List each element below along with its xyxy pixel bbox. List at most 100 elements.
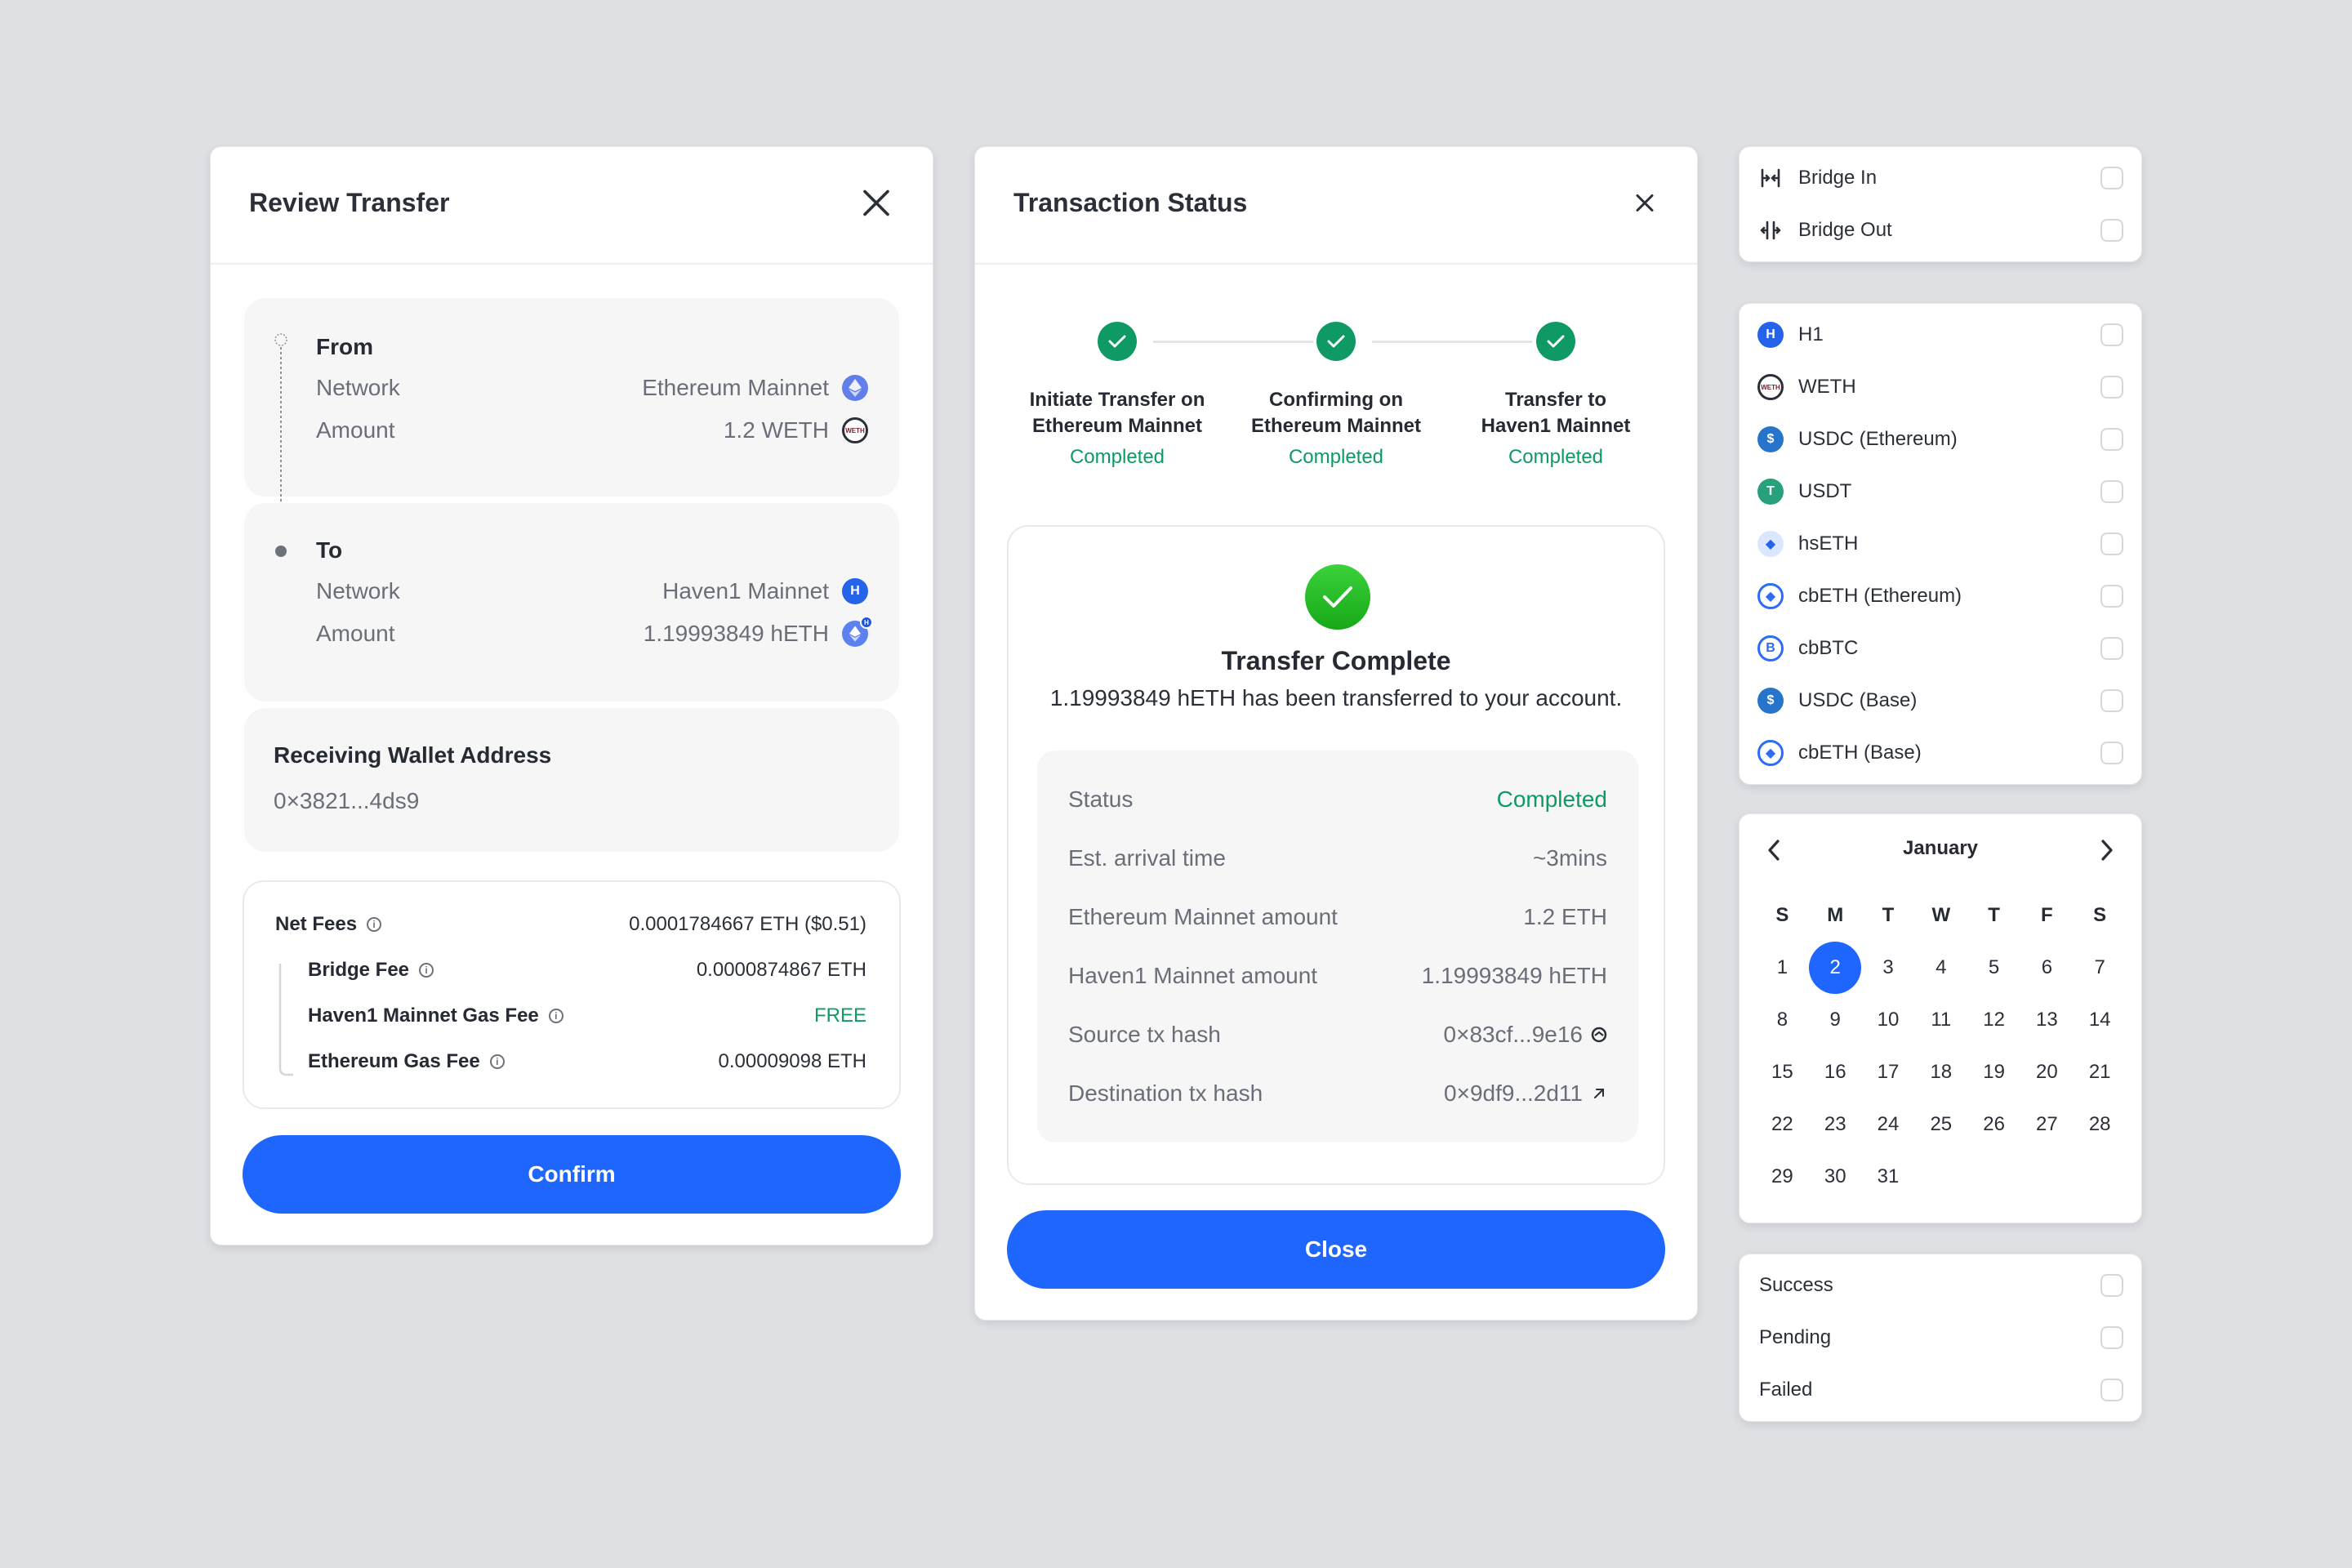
calendar-day[interactable]: 30 bbox=[1809, 1151, 1862, 1203]
checkbox[interactable] bbox=[2100, 585, 2123, 608]
filter-item-cbeth-base[interactable]: ◆ cbETH (Base) bbox=[1740, 727, 2141, 779]
checkbox[interactable] bbox=[2100, 167, 2123, 189]
chevron-right-icon[interactable] bbox=[2091, 834, 2123, 866]
calendar-day-number: 3 bbox=[1882, 956, 1894, 978]
close-button[interactable]: Close bbox=[1007, 1210, 1665, 1289]
cbbtc-icon: B bbox=[1757, 635, 1784, 662]
calendar-day[interactable]: 25 bbox=[1914, 1098, 1967, 1151]
calendar-day[interactable]: 28 bbox=[2074, 1098, 2127, 1151]
checkbox[interactable] bbox=[2100, 532, 2123, 555]
calendar-day-number: 28 bbox=[2088, 1113, 2111, 1135]
checkbox[interactable] bbox=[2100, 637, 2123, 660]
calendar-day[interactable]: 15 bbox=[1756, 1046, 1809, 1098]
calendar-day-number: 22 bbox=[1771, 1113, 1793, 1135]
calendar-day[interactable]: 11 bbox=[1914, 994, 1967, 1046]
calendar-day[interactable]: 23 bbox=[1809, 1098, 1862, 1151]
modal-header: Review Transfer bbox=[211, 147, 933, 265]
source-hash-value[interactable]: 0×83cf...9e16 bbox=[1444, 1022, 1607, 1048]
to-section: To Network Haven1 Mainnet H Amount 1.199… bbox=[244, 503, 899, 702]
hseth-icon: ◆ bbox=[1757, 531, 1784, 557]
calendar-day[interactable]: 27 bbox=[2020, 1098, 2074, 1151]
calendar-day[interactable]: 16 bbox=[1809, 1046, 1862, 1098]
transfer-complete-section: Transfer Complete 1.19993849 hETH has be… bbox=[1007, 525, 1665, 1185]
step-title-line: Ethereum Mainnet bbox=[1031, 415, 1203, 437]
calendar-day[interactable]: 8 bbox=[1756, 994, 1809, 1046]
calendar-day[interactable]: 13 bbox=[2020, 994, 2074, 1046]
calendar-day[interactable]: 9 bbox=[1809, 994, 1862, 1046]
checkbox[interactable] bbox=[2100, 1379, 2123, 1401]
filter-item-usdc-ethereum[interactable]: $ USDC (Ethereum) bbox=[1740, 413, 2141, 466]
calendar-day[interactable]: 21 bbox=[2074, 1046, 2127, 1098]
calendar-day[interactable]: 29 bbox=[1756, 1151, 1809, 1203]
calendar-month: January bbox=[1902, 837, 1979, 859]
calendar-day[interactable]: 6 bbox=[2020, 942, 2074, 994]
confirm-button[interactable]: Confirm bbox=[243, 1135, 901, 1214]
calendar-day[interactable]: 10 bbox=[1862, 994, 1915, 1046]
filter-item-failed[interactable]: Failed bbox=[1740, 1364, 2141, 1416]
checkbox[interactable] bbox=[2100, 480, 2123, 503]
filter-item-h1[interactable]: H H1 bbox=[1740, 309, 2141, 361]
filter-item-bridge-out[interactable]: Bridge Out bbox=[1740, 204, 2141, 256]
checkbox[interactable] bbox=[2100, 742, 2123, 764]
filter-item-bridge-in[interactable]: Bridge In bbox=[1740, 152, 2141, 204]
checkbox[interactable] bbox=[2100, 219, 2123, 242]
from-network-label: Network bbox=[316, 375, 400, 400]
cbeth-ethereum-icon: ◆ bbox=[1757, 583, 1784, 609]
haven1-amount-value: 1.19993849 hETH bbox=[1421, 963, 1607, 988]
filter-item-cbbtc[interactable]: B cbBTC bbox=[1740, 622, 2141, 675]
checkbox[interactable] bbox=[2100, 323, 2123, 346]
calendar-day[interactable]: 22 bbox=[1756, 1098, 1809, 1151]
weth-icon: WETH bbox=[842, 417, 868, 443]
checkbox[interactable] bbox=[2100, 1326, 2123, 1349]
calendar-day[interactable]: 5 bbox=[1967, 942, 2020, 994]
info-icon[interactable]: i bbox=[548, 1009, 564, 1023]
calendar-day[interactable]: 14 bbox=[2074, 994, 2127, 1046]
info-icon[interactable]: i bbox=[419, 963, 434, 978]
calendar-day-number: 18 bbox=[1930, 1061, 1953, 1083]
close-icon[interactable] bbox=[862, 189, 890, 221]
checkbox[interactable] bbox=[2100, 428, 2123, 451]
h1-icon: H bbox=[1757, 322, 1784, 348]
info-icon[interactable]: i bbox=[489, 1054, 505, 1069]
bridge-in-icon bbox=[1757, 165, 1784, 191]
filter-item-weth[interactable]: WETH WETH bbox=[1740, 361, 2141, 413]
filter-item-hseth[interactable]: ◆ hsETH bbox=[1740, 518, 2141, 570]
net-fees-value: 0.0001784667 ETH ($0.51) bbox=[629, 913, 866, 935]
calendar-day[interactable]: 31 bbox=[1862, 1151, 1915, 1203]
calendar-day[interactable]: 18 bbox=[1914, 1046, 1967, 1098]
destination-hash-value[interactable]: 0×9df9...2d11 bbox=[1444, 1080, 1607, 1107]
step-check-icon bbox=[1098, 322, 1137, 361]
calendar-day[interactable]: 3 bbox=[1862, 942, 1915, 994]
checkbox[interactable] bbox=[2100, 689, 2123, 712]
modal-title: Transaction Status bbox=[1013, 188, 1248, 217]
calendar-day[interactable]: 12 bbox=[1967, 994, 2020, 1046]
filter-item-label: cbETH (Base) bbox=[1798, 742, 1922, 764]
checkbox[interactable] bbox=[2100, 1274, 2123, 1297]
filter-item-usdc-base[interactable]: $ USDC (Base) bbox=[1740, 675, 2141, 727]
step-connector bbox=[1153, 341, 1313, 343]
net-fees-text: Net Fees bbox=[275, 913, 358, 935]
calendar-day[interactable]: 4 bbox=[1914, 942, 1967, 994]
haven1-amount-label: Haven1 Mainnet amount bbox=[1068, 963, 1318, 988]
calendar-day-selected[interactable]: 2 bbox=[1809, 942, 1862, 994]
calendar-day[interactable]: 20 bbox=[2020, 1046, 2074, 1098]
filter-item-usdt[interactable]: T USDT bbox=[1740, 466, 2141, 518]
info-icon[interactable]: i bbox=[367, 917, 382, 932]
token-filter: H H1 WETH WETH $ USDC (Ethereum) T USDT … bbox=[1739, 303, 2142, 785]
step-title: Transfer to Haven1 Mainnet bbox=[1450, 387, 1662, 439]
calendar-day[interactable]: 24 bbox=[1862, 1098, 1915, 1151]
calendar-day[interactable]: 17 bbox=[1862, 1046, 1915, 1098]
checkbox[interactable] bbox=[2100, 376, 2123, 399]
calendar-day[interactable]: 26 bbox=[1967, 1098, 2020, 1151]
filter-item-cbeth-ethereum[interactable]: ◆ cbETH (Ethereum) bbox=[1740, 570, 2141, 622]
filter-item-success[interactable]: Success bbox=[1740, 1259, 2141, 1312]
calendar-day-number: 30 bbox=[1824, 1165, 1846, 1187]
filter-item-pending[interactable]: Pending bbox=[1740, 1312, 2141, 1364]
calendar-day-number: 20 bbox=[2036, 1061, 2058, 1083]
from-section: From Network Ethereum Mainnet Amount 1.2… bbox=[244, 298, 899, 561]
calendar-day[interactable]: 1 bbox=[1756, 942, 1809, 994]
calendar-day[interactable]: 7 bbox=[2074, 942, 2127, 994]
calendar-day[interactable]: 19 bbox=[1967, 1046, 2020, 1098]
modal-title: Review Transfer bbox=[249, 188, 450, 217]
close-icon[interactable] bbox=[1635, 194, 1655, 217]
